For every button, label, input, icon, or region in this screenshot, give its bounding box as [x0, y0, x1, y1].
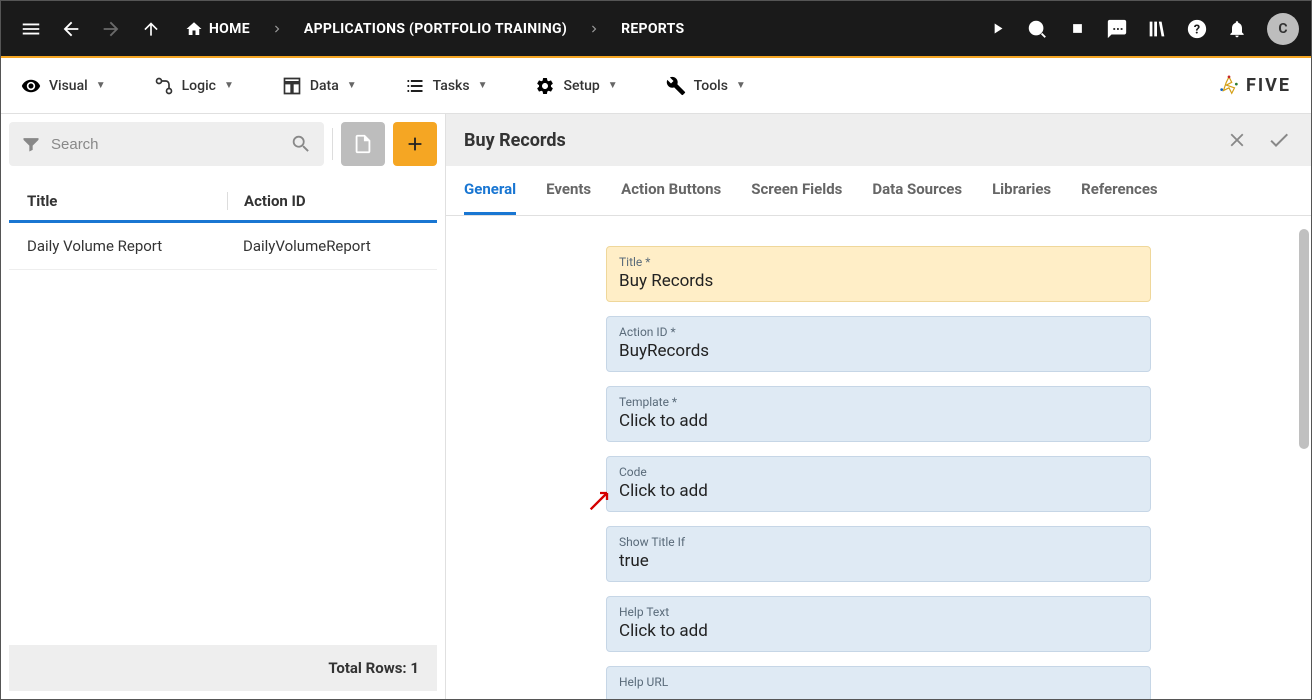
total-value: 1 [410, 659, 419, 677]
chat-icon[interactable] [1099, 11, 1135, 47]
menu-visual[interactable]: Visual ▼ [21, 76, 106, 96]
breadcrumb-app-label: APPLICATIONS (PORTFOLIO TRAINING) [304, 21, 567, 37]
menu-logic[interactable]: Logic ▼ [154, 76, 234, 96]
field-code-label: Code [619, 465, 1138, 479]
menu-data-label: Data [310, 78, 339, 94]
menu-logic-label: Logic [182, 78, 216, 94]
field-show-title-if[interactable]: Show Title If true [606, 526, 1151, 582]
form-area: Title * Buy Records Action ID * BuyRecor… [446, 216, 1311, 699]
search-container [9, 122, 324, 166]
tab-general[interactable]: General [464, 166, 516, 215]
menu-bar: Visual ▼ Logic ▼ Data ▼ Tasks ▼ Setup ▼ Tools… [1, 58, 1311, 114]
stop-icon[interactable] [1059, 11, 1095, 47]
search-input[interactable] [51, 136, 280, 153]
tab-libraries[interactable]: Libraries [992, 166, 1051, 215]
menu-setup[interactable]: Setup ▼ [535, 76, 617, 96]
field-title-value: Buy Records [619, 271, 1138, 291]
menu-data[interactable]: Data ▼ [282, 76, 357, 96]
breadcrumb: HOME APPLICATIONS (PORTFOLIO TRAINING) R… [177, 16, 692, 42]
search-icon[interactable] [290, 133, 312, 155]
right-panel: Buy Records General Events Action Button… [445, 114, 1311, 699]
menu-tasks-label: Tasks [433, 78, 470, 94]
add-button[interactable] [393, 122, 437, 166]
tab-references[interactable]: References [1081, 166, 1158, 215]
close-icon[interactable] [1223, 126, 1251, 154]
chevron-down-icon: ▼ [347, 80, 357, 91]
forward-arrow-icon [93, 11, 129, 47]
hamburger-icon[interactable] [13, 11, 49, 47]
help-icon[interactable]: ? [1179, 11, 1215, 47]
library-icon[interactable] [1139, 11, 1175, 47]
brand-text: FIVE [1246, 75, 1291, 96]
field-help-text-label: Help Text [619, 605, 1138, 619]
total-rows: Total Rows: 1 [9, 645, 437, 691]
field-template[interactable]: Template * Click to add [606, 386, 1151, 442]
breadcrumb-page[interactable]: REPORTS [613, 17, 692, 41]
field-show-title-label: Show Title If [619, 535, 1138, 549]
user-avatar[interactable]: C [1267, 13, 1299, 45]
detail-tabs: General Events Action Buttons Screen Fie… [446, 166, 1311, 216]
tab-screen-fields[interactable]: Screen Fields [751, 166, 842, 215]
menu-tasks[interactable]: Tasks ▼ [405, 76, 488, 96]
tab-data-sources[interactable]: Data Sources [872, 166, 962, 215]
field-action-id-label: Action ID * [619, 325, 1138, 339]
filter-icon[interactable] [21, 134, 41, 154]
chevron-down-icon: ▼ [736, 80, 746, 91]
row-action-id: DailyVolumeReport [227, 237, 371, 255]
avatar-initial: C [1278, 21, 1287, 37]
field-title-label: Title * [619, 255, 1138, 269]
tab-events[interactable]: Events [546, 166, 591, 215]
bell-icon[interactable] [1219, 11, 1255, 47]
chevron-down-icon: ▼ [478, 80, 488, 91]
column-title[interactable]: Title [27, 192, 227, 210]
back-arrow-icon[interactable] [53, 11, 89, 47]
detail-header: Buy Records [446, 114, 1311, 166]
chevron-right-icon [579, 22, 609, 36]
up-arrow-icon[interactable] [133, 11, 169, 47]
breadcrumb-home[interactable]: HOME [177, 16, 258, 42]
chevron-right-icon [262, 22, 292, 36]
total-label: Total Rows: [328, 659, 406, 677]
check-icon[interactable] [1265, 126, 1293, 154]
list-header: Title Action ID [9, 180, 437, 223]
field-title[interactable]: Title * Buy Records [606, 246, 1151, 302]
play-icon[interactable] [979, 11, 1015, 47]
field-help-url-label: Help URL [619, 675, 1138, 689]
chevron-down-icon: ▼ [224, 80, 234, 91]
breadcrumb-home-label: HOME [209, 21, 250, 37]
field-template-value: Click to add [619, 411, 1138, 431]
field-code-value: Click to add [619, 481, 1138, 501]
field-help-text[interactable]: Help Text Click to add [606, 596, 1151, 652]
brand-logo: FIVE [1218, 75, 1291, 97]
scrollbar-thumb[interactable] [1299, 229, 1309, 449]
field-help-url[interactable]: Help URL [606, 666, 1151, 699]
field-action-id-value: BuyRecords [619, 341, 1138, 361]
tab-action-buttons[interactable]: Action Buttons [621, 166, 721, 215]
menu-tools[interactable]: Tools ▼ [666, 76, 746, 96]
document-button[interactable] [341, 122, 385, 166]
field-template-label: Template * [619, 395, 1138, 409]
breadcrumb-app[interactable]: APPLICATIONS (PORTFOLIO TRAINING) [296, 17, 575, 41]
menu-visual-label: Visual [49, 78, 88, 94]
field-help-text-value: Click to add [619, 621, 1138, 641]
field-show-title-value: true [619, 551, 1138, 571]
search-star-icon[interactable] [1019, 11, 1055, 47]
svg-text:?: ? [1194, 22, 1200, 37]
field-action-id[interactable]: Action ID * BuyRecords [606, 316, 1151, 372]
top-app-bar: HOME APPLICATIONS (PORTFOLIO TRAINING) R… [1, 1, 1311, 58]
list-row[interactable]: Daily Volume Report DailyVolumeReport [9, 223, 437, 270]
field-code[interactable]: Code Click to add [606, 456, 1151, 512]
menu-setup-label: Setup [563, 78, 599, 94]
row-title: Daily Volume Report [27, 237, 227, 255]
column-action-id[interactable]: Action ID [227, 192, 306, 210]
left-panel: Title Action ID Daily Volume Report Dail… [1, 114, 445, 699]
menu-tools-label: Tools [694, 78, 728, 94]
chevron-down-icon: ▼ [608, 80, 618, 91]
chevron-down-icon: ▼ [96, 80, 106, 91]
detail-title: Buy Records [464, 130, 566, 151]
breadcrumb-page-label: REPORTS [621, 21, 684, 37]
